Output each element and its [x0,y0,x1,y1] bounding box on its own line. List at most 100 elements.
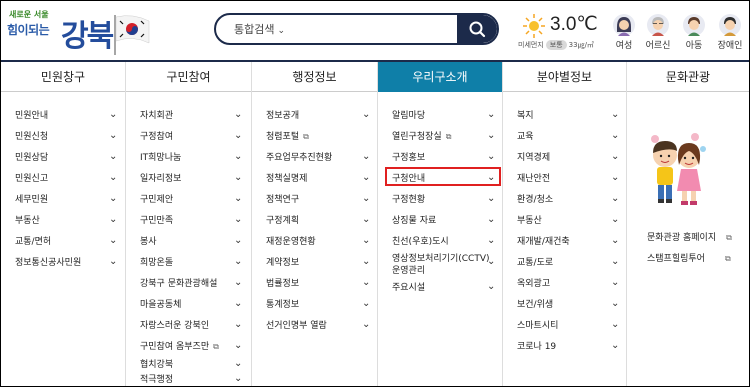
chevron-down-icon[interactable]: ⌄ [611,276,621,292]
menu-item[interactable]: 교육 [517,129,534,145]
chevron-down-icon[interactable]: ⌄ [487,108,497,124]
chevron-down-icon[interactable]: ⌄ [109,192,119,208]
menu-item[interactable]: 통계정보 [266,297,299,313]
menu-item[interactable]: 일자리정보 [140,171,181,187]
chevron-down-icon[interactable]: ⌄ [234,171,244,187]
menu-item[interactable]: 지역경제 [517,150,550,166]
menu-item[interactable]: 적극행정 [140,372,173,386]
chevron-down-icon[interactable]: ⌄ [234,255,244,271]
menu-item[interactable]: 강북구 문화관광해설 [140,276,217,292]
menu-item[interactable]: 구정홍보 [392,150,425,166]
chevron-down-icon[interactable]: ⌄ [234,108,244,124]
menu-item[interactable]: 스탬프힐링투어 ⧉ [647,251,731,267]
menu-item[interactable]: 민원안내 [15,108,48,124]
chevron-down-icon[interactable]: ⌄ [611,297,621,313]
chevron-down-icon[interactable]: ⌄ [362,297,372,313]
tab-culture-tourism[interactable]: 문화관광 [627,62,749,92]
menu-item[interactable]: 재난안전 [517,171,550,187]
chevron-down-icon[interactable]: ⌄ [362,150,372,166]
menu-item[interactable]: 교통/도로 [517,255,553,271]
link-child[interactable]: 아동 [679,13,709,55]
menu-item[interactable]: 정보통신공사민원 [15,255,81,271]
menu-item[interactable]: 코로나 19 [517,339,556,355]
tab-district-intro[interactable]: 우리구소개 [378,62,503,92]
menu-item[interactable]: 구정참여 [140,129,173,145]
chevron-down-icon[interactable]: ⌄ [234,357,244,373]
menu-item[interactable]: 민원상담 [15,150,48,166]
menu-item[interactable]: 부동산 [517,213,542,229]
chevron-down-icon[interactable]: ⌄ [362,213,372,229]
chevron-down-icon[interactable]: ⌄ [109,234,119,250]
menu-item[interactable]: 선거인명부 열람 [266,318,327,334]
menu-item[interactable]: 민원신고 [15,171,48,187]
menu-item[interactable]: 문화관광 홈페이지 ⧉ [647,230,732,246]
chevron-down-icon[interactable]: ⌄ [611,255,621,271]
search-button[interactable] [457,15,497,43]
chevron-down-icon[interactable]: ⌄ [109,213,119,229]
menu-item[interactable]: 법률정보 [266,276,299,292]
chevron-down-icon[interactable]: ⌄ [109,150,119,166]
menu-item[interactable]: 자랑스러운 강북인 [140,318,209,334]
chevron-down-icon[interactable]: ⌄ [611,108,621,124]
menu-item[interactable]: 영상정보처리기기(CCTV) 운영관리 [392,253,490,276]
menu-item[interactable]: 봉사 [140,234,157,250]
menu-item[interactable]: 환경/청소 [517,192,553,208]
link-elder[interactable]: 어르신 [643,13,673,55]
chevron-down-icon[interactable]: ⌄ [487,150,497,166]
link-woman[interactable]: 여성 [609,13,639,55]
menu-item[interactable]: 민원신청 [15,129,48,145]
menu-item[interactable]: 정보공개 [266,108,299,124]
menu-item[interactable]: 알림마당 [392,108,425,124]
search-scope-select[interactable]: 통합검색 ⌄ [234,21,285,37]
menu-item[interactable]: 희망온돌 [140,255,173,271]
chevron-down-icon[interactable]: ⌄ [611,234,621,250]
menu-item[interactable]: 복지 [517,108,534,124]
menu-item[interactable]: 구민참여 옴부즈만 ⧉ [140,339,219,355]
chevron-down-icon[interactable]: ⌄ [611,213,621,229]
chevron-down-icon[interactable]: ⌄ [487,192,497,208]
chevron-down-icon[interactable]: ⌄ [611,339,621,355]
chevron-down-icon[interactable]: ⌄ [234,318,244,334]
menu-item[interactable]: 정책실명제 [266,171,307,187]
tab-civil-service[interactable]: 민원창구 [1,62,126,92]
menu-item[interactable]: 친선(우호)도시 [392,234,449,250]
tab-field-info[interactable]: 분야별정보 [503,62,627,92]
chevron-down-icon[interactable]: ⌄ [611,192,621,208]
menu-item[interactable]: 상징물 자료 [392,213,436,229]
chevron-down-icon[interactable]: ⌄ [362,234,372,250]
menu-item[interactable]: 세무민원 [15,192,48,208]
chevron-down-icon[interactable]: ⌄ [234,234,244,250]
menu-item[interactable]: 보건/위생 [517,297,553,313]
chevron-down-icon[interactable]: ⌄ [611,318,621,334]
chevron-down-icon[interactable]: ⌄ [234,150,244,166]
menu-item[interactable]: 주요업무추진현황 [266,150,332,166]
menu-item[interactable]: 재개발/재건축 [517,234,570,250]
chevron-down-icon[interactable]: ⌄ [487,213,497,229]
chevron-down-icon[interactable]: ⌄ [611,171,621,187]
chevron-down-icon[interactable]: ⌄ [487,255,497,271]
chevron-down-icon[interactable]: ⌄ [109,171,119,187]
menu-item[interactable]: IT희망나눔 [140,150,181,166]
search-bar[interactable]: 통합검색 ⌄ [214,13,499,45]
menu-item[interactable]: 열린구청장실 ⧉ [392,129,451,145]
menu-item[interactable]: 마을공동체 [140,297,181,313]
chevron-down-icon[interactable]: ⌄ [109,129,119,145]
chevron-down-icon[interactable]: ⌄ [487,280,497,296]
chevron-down-icon[interactable]: ⌄ [362,108,372,124]
menu-item[interactable]: 구민제안 [140,192,173,208]
menu-item[interactable]: 정책연구 [266,192,299,208]
link-disabled[interactable]: 장애인 [715,13,745,55]
chevron-down-icon[interactable]: ⌄ [234,129,244,145]
chevron-down-icon[interactable]: ⌄ [234,213,244,229]
chevron-down-icon[interactable]: ⌄ [234,192,244,208]
chevron-down-icon[interactable]: ⌄ [234,372,244,386]
chevron-down-icon[interactable]: ⌄ [234,339,244,355]
menu-item[interactable]: 교통/면허 [15,234,51,250]
chevron-down-icon[interactable]: ⌄ [487,234,497,250]
menu-item[interactable]: 부동산 [15,213,40,229]
chevron-down-icon[interactable]: ⌄ [362,276,372,292]
chevron-down-icon[interactable]: ⌄ [234,276,244,292]
menu-item[interactable]: 옥외광고 [517,276,550,292]
menu-item[interactable]: 스마트시티 [517,318,558,334]
tab-participation[interactable]: 구민참여 [126,62,252,92]
